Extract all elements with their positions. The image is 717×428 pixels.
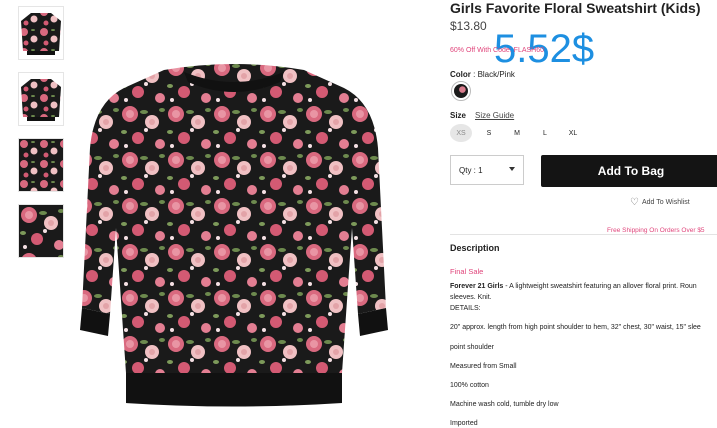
free-shipping-text: Free Shipping On Orders Over $5: [607, 227, 705, 234]
final-sale-label: Final Sale: [450, 267, 484, 276]
description-line: Imported: [450, 420, 478, 427]
size-label: Size: [450, 111, 467, 120]
details-label: DETAILS:: [450, 305, 481, 312]
sweatshirt-back-image: [19, 73, 63, 125]
product-title: Girls Favorite Floral Sweatshirt (Kids): [450, 0, 701, 16]
description-line: 20" approx. length from high point shoul…: [450, 324, 701, 331]
product-price: $13.80: [450, 19, 487, 33]
description-line: Machine wash cold, tumble dry low: [450, 401, 559, 408]
color-swatch-black-pink[interactable]: [451, 81, 471, 101]
section-divider: [450, 234, 717, 235]
product-main-image: [74, 58, 394, 420]
fabric-closeup-image: [19, 205, 63, 257]
size-option-m[interactable]: M: [506, 124, 528, 142]
quantity-value: Qty : 1: [459, 165, 483, 175]
floral-sweatshirt-image: [80, 64, 388, 407]
color-label-title: Color: [450, 70, 471, 79]
color-label: Color : Black/Pink: [450, 70, 515, 79]
size-option-xs[interactable]: XS: [450, 124, 472, 142]
wishlist-label: Add To Wishlist: [641, 199, 690, 206]
description-intro: Forever 21 Girls - A lightweight sweatsh…: [450, 281, 717, 314]
swatch-fill: [454, 84, 468, 98]
description-line: point shoulder: [450, 344, 494, 351]
fabric-detail-image: [19, 139, 63, 191]
description-line: Measured from Small: [450, 363, 517, 370]
chevron-down-icon: [509, 167, 515, 171]
heart-icon: ♡: [630, 197, 639, 208]
add-to-wishlist-link[interactable]: ♡ Add To Wishlist: [630, 197, 690, 208]
product-info: Girls Favorite Floral Sweatshirt (Kids) …: [450, 0, 717, 428]
size-option-l[interactable]: L: [534, 124, 556, 142]
thumbnail-back[interactable]: [18, 72, 64, 126]
size-option-xl[interactable]: XL: [562, 124, 584, 142]
size-guide-link[interactable]: Size Guide: [475, 111, 514, 120]
quantity-select[interactable]: Qty : 1: [450, 155, 524, 185]
size-options: XS S M L XL: [450, 124, 590, 142]
add-to-bag-button[interactable]: Add To Bag: [541, 155, 717, 187]
sweatshirt-front-image: [19, 7, 63, 59]
thumbnail-fabric[interactable]: [18, 204, 64, 258]
promo-code-text: 60% Off With Code: FLASH60: [450, 47, 545, 54]
thumbnail-front[interactable]: [18, 6, 64, 60]
description-intro-cont: sleeves. Knit.: [450, 294, 492, 301]
description-line: 100% cotton: [450, 382, 489, 389]
description-brand: Forever 21 Girls: [450, 283, 504, 290]
size-option-s[interactable]: S: [478, 124, 500, 142]
color-value: : Black/Pink: [473, 70, 515, 79]
thumbnail-list: [18, 6, 64, 270]
description-heading: Description: [450, 243, 500, 253]
thumbnail-detail[interactable]: [18, 138, 64, 192]
description-intro-text: - A lightweight sweatshirt featuring an …: [503, 283, 697, 290]
